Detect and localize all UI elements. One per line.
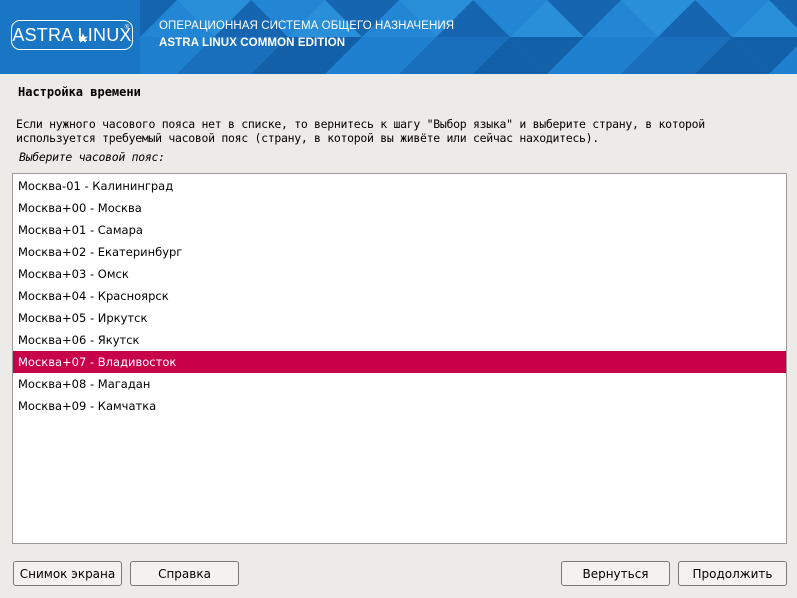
description-line-2: используется требуемый часовой пояс (стр… [16,131,599,145]
astra-linux-logo: ASTRA LINUX ® [11,20,133,50]
help-button[interactable]: Справка [130,561,239,586]
timezone-option[interactable]: Москва+09 - Камчатка [13,395,786,417]
registered-mark: ® [124,25,129,31]
os-edition: ASTRA LINUX COMMON EDITION [159,37,346,49]
os-title: ОПЕРАЦИОННАЯ СИСТЕМА ОБЩЕГО НАЗНАЧЕНИЯ [159,20,455,32]
timezone-option[interactable]: Москва+03 - Омск [13,263,786,285]
timezone-option[interactable]: Москва+07 - Владивосток [13,351,786,373]
screenshot-button[interactable]: Снимок экрана [13,561,122,586]
timezone-option[interactable]: Москва+00 - Москва [13,197,786,219]
page-description: Если нужного часового пояса нет в списке… [16,117,786,145]
continue-button[interactable]: Продолжить [678,561,787,586]
header-banner: ASTRA LINUX ® ОПЕРАЦИОННАЯ СИСТЕМА ОБЩЕГ… [0,0,797,74]
back-button[interactable]: Вернуться [561,561,670,586]
timezone-option[interactable]: Москва+02 - Екатеринбург [13,241,786,263]
star-icon [78,33,88,43]
timezone-option[interactable]: Москва-01 - Калининград [13,175,786,197]
timezone-prompt: Выберите часовой пояс: [19,150,165,164]
timezone-option[interactable]: Москва+01 - Самара [13,219,786,241]
timezone-option[interactable]: Москва+06 - Якутск [13,329,786,351]
logo-text: ASTRA LINUX [12,25,132,45]
timezone-option[interactable]: Москва+05 - Иркутск [13,307,786,329]
timezone-option[interactable]: Москва+04 - Красноярск [13,285,786,307]
page-title: Настройка времени [18,85,141,99]
timezone-option[interactable]: Москва+08 - Магадан [13,373,786,395]
timezone-list[interactable]: Москва-01 - Калининград Москва+00 - Моск… [12,173,787,544]
description-line-1: Если нужного часового пояса нет в списке… [16,117,705,131]
